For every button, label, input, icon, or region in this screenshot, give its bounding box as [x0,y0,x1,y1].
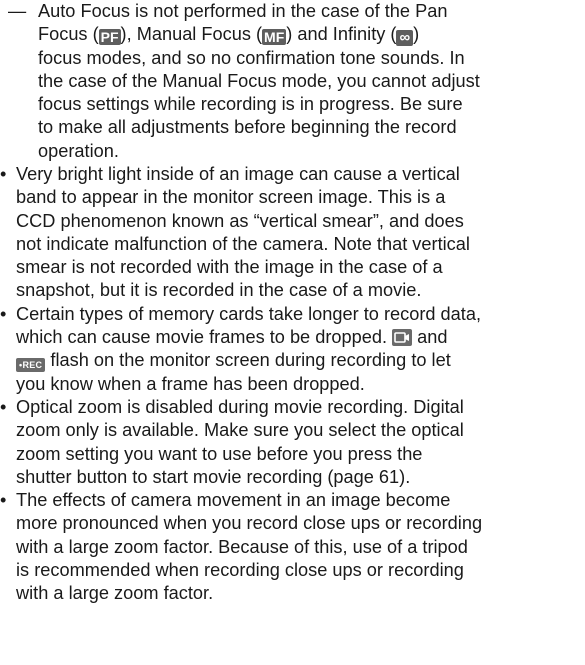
note-line: to make all adjustments before beginning… [38,117,457,138]
bullet-text: which can cause movie frames to be dropp… [16,327,388,348]
bullet-list: • Very bright light inside of an image c… [0,163,585,606]
bullet-text: and [417,327,448,348]
bullet-text: flash on the monitor screen during recor… [50,350,451,371]
bullet-line: which can cause movie frames to be dropp… [16,326,585,349]
pan-focus-icon: PF [98,29,121,46]
list-item: • Very bright light inside of an image c… [0,163,585,303]
bullet-line: zoom only is available. Make sure you se… [16,420,464,441]
bullet-line: Certain types of memory cards take longe… [16,303,482,324]
bullet-dot: • [0,303,7,324]
bullet-line: Optical zoom is disabled during movie re… [16,396,464,417]
bullet-line: Very bright light inside of an image can… [16,164,460,184]
bullet-line: •REC flash on the monitor screen during … [16,349,585,373]
bullet-line: The effects of camera movement in an ima… [16,490,451,511]
bullet-line: you know when a frame has been dropped. [16,373,365,394]
bullet-line: with a large zoom factor. [16,583,214,604]
bullet-line: more pronounced when you record close up… [16,513,483,534]
manual-focus-icon: MF [262,29,287,46]
bullet-line: with a large zoom factor. Because of thi… [16,536,468,557]
bullet-line: zoom setting you want to use before you … [16,443,423,464]
bullet-line: smear is not recorded with the image in … [16,257,443,278]
bullet-line: CCD phenomenon known as “vertical smear”… [16,210,464,231]
rec-indicator-icon: •REC [16,358,46,373]
bullet-line: not indicate malfunction of the camera. … [16,233,470,254]
note-text: ), Manual Focus ( [120,24,263,45]
focus-mode-note: — Auto Focus is not performed in the cas… [8,0,583,163]
bullet-dot: • [0,490,7,511]
bullet-dot: • [0,164,7,184]
note-dash: — [8,1,27,21]
list-item: • Optical zoom is disabled during movie … [0,396,585,489]
bullet-line: is recommended when recording close ups … [16,560,464,581]
note-line: Focus (PF), Manual Focus (MF) and Infini… [38,23,583,47]
bullet-dot: • [0,396,7,417]
note-line: the case of the Manual Focus mode, you c… [38,70,480,91]
bullet-line: snapshot, but it is recorded in the case… [16,280,422,301]
note-line: operation. [38,140,119,161]
bullet-line: band to appear in the monitor screen ima… [16,187,446,208]
movie-frame-icon [392,329,413,347]
manual-page: — Auto Focus is not performed in the cas… [0,0,585,665]
note-text: ) and Infinity ( [286,24,397,45]
list-item: • Certain types of memory cards take lon… [0,303,585,396]
note-line: focus settings while recording is in pro… [38,94,463,115]
note-line: focus modes, and so no confirmation tone… [38,47,465,68]
note-line: Auto Focus is not performed in the case … [38,1,448,21]
note-text: Focus ( [38,24,99,45]
note-text: ) [413,24,420,45]
infinity-focus-icon: ∞ [396,30,414,47]
list-item: • The effects of camera movement in an i… [0,489,585,605]
bullet-line: shutter button to start movie recording … [16,466,411,487]
